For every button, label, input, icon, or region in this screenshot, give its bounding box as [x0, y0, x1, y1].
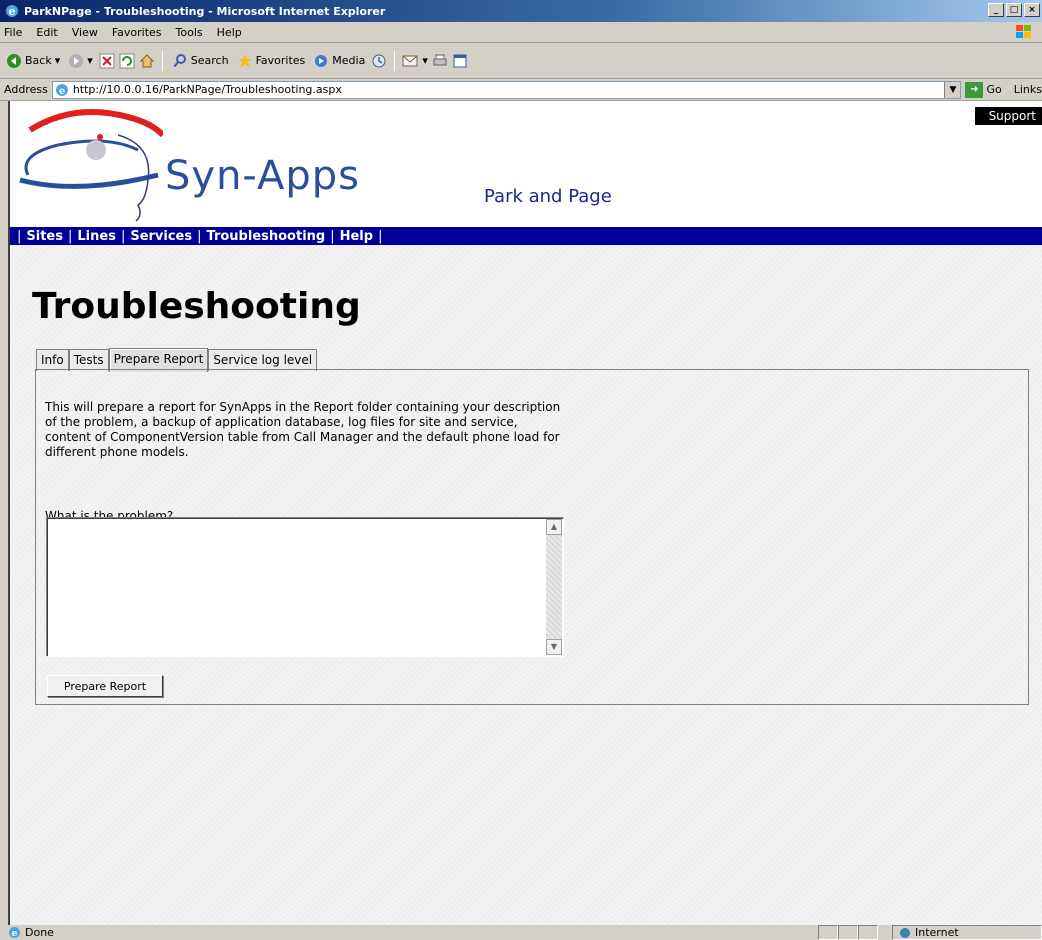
zone-label: Internet: [915, 926, 959, 939]
home-icon[interactable]: [139, 53, 155, 69]
forward-arrow-icon: [69, 53, 84, 68]
address-label: Address: [4, 83, 48, 96]
nav-help[interactable]: Help: [340, 229, 373, 244]
support-link[interactable]: Support: [974, 107, 1042, 125]
menu-bar: File Edit View Favorites Tools Help: [0, 22, 1042, 43]
syn-apps-logo-icon: [19, 109, 163, 222]
links-button[interactable]: Links: [1014, 83, 1042, 96]
toolbar: Back ▾ ▾ Search Favorites Media ▾: [0, 43, 1042, 79]
go-label: Go: [986, 83, 1002, 96]
site-nav: | Sites | Lines | Services | Troubleshooting | He…: [10, 227, 1042, 245]
browser-viewport: Syn-Apps Park and Page Support | Sites | Li…: [8, 101, 1042, 925]
status-cell: [858, 925, 878, 940]
toolbar-separator: [394, 50, 396, 71]
address-bar: Address e http://10.0.0.16/ParkNPage/Tro…: [0, 79, 1042, 101]
tab-strip: Info Tests Prepare Report Service log le…: [36, 347, 318, 372]
favorites-button[interactable]: Favorites: [235, 53, 308, 69]
page-icon: e: [55, 83, 68, 97]
forward-button[interactable]: ▾: [66, 53, 95, 69]
star-icon: [237, 53, 252, 68]
close-button[interactable]: ×: [1024, 3, 1040, 17]
search-button[interactable]: Search: [170, 53, 231, 69]
scroll-up-icon[interactable]: ▲: [546, 519, 562, 535]
chevron-down-icon[interactable]: ▾: [55, 54, 61, 67]
brand-subtitle: Park and Page: [484, 186, 612, 207]
security-zone: Internet: [892, 925, 1042, 940]
status-cell: [838, 925, 858, 940]
print-icon[interactable]: [432, 53, 448, 69]
refresh-icon[interactable]: [119, 53, 135, 69]
edit-icon[interactable]: [452, 53, 468, 69]
favorites-label: Favorites: [255, 54, 306, 67]
prepare-report-button[interactable]: Prepare Report: [47, 675, 163, 697]
search-label: Search: [190, 54, 229, 67]
svg-text:e: e: [12, 929, 18, 939]
chevron-down-icon[interactable]: ▾: [87, 54, 93, 67]
nav-sites[interactable]: Sites: [26, 229, 63, 244]
windows-logo-icon: [1016, 25, 1031, 38]
toolbar-separator: [161, 50, 163, 71]
nav-lines[interactable]: Lines: [77, 229, 116, 244]
page-title: Troubleshooting: [32, 286, 361, 327]
menu-edit[interactable]: Edit: [36, 26, 57, 39]
page-done-icon: e: [9, 927, 20, 939]
globe-icon: [900, 927, 910, 938]
svg-text:e: e: [9, 5, 16, 18]
address-input[interactable]: e http://10.0.0.16/ParkNPage/Troubleshoo…: [51, 80, 962, 99]
media-icon: [315, 54, 328, 67]
problem-textarea[interactable]: [48, 519, 548, 655]
tab-panel: This will prepare a report for SynApps i…: [35, 369, 1029, 705]
mail-icon[interactable]: [402, 53, 418, 69]
search-icon: [173, 53, 186, 68]
maximize-button[interactable]: □: [1006, 3, 1022, 17]
nav-services[interactable]: Services: [130, 229, 192, 244]
back-label: Back: [25, 54, 52, 67]
chevron-down-icon[interactable]: ▾: [422, 54, 428, 67]
stop-icon[interactable]: [99, 53, 115, 69]
tab-tests[interactable]: Tests: [68, 349, 109, 371]
svg-text:e: e: [59, 86, 65, 97]
minimize-button[interactable]: _: [988, 3, 1004, 17]
menu-view[interactable]: View: [72, 26, 98, 39]
menu-help[interactable]: Help: [217, 26, 242, 39]
address-url: http://10.0.0.16/ParkNPage/Troubleshooti…: [72, 83, 342, 96]
menu-favorites[interactable]: Favorites: [112, 26, 162, 39]
tab-info[interactable]: Info: [36, 349, 69, 371]
brand-name: Syn-Apps: [165, 153, 360, 199]
menu-file[interactable]: File: [4, 26, 22, 39]
window-title-bar: e ParkNPage - Troubleshooting - Microsof…: [0, 0, 1042, 22]
ie-icon: e: [6, 5, 18, 18]
media-label: Media: [332, 54, 366, 67]
status-bar: e Done Internet: [0, 925, 1042, 940]
media-button[interactable]: Media: [311, 53, 367, 69]
status-cell: [818, 925, 838, 940]
problem-textarea-frame: ▲ ▼: [46, 517, 564, 657]
history-icon[interactable]: [371, 53, 387, 69]
textarea-scrollbar[interactable]: ▲ ▼: [546, 519, 562, 655]
tab-service-log-level[interactable]: Service log level: [208, 349, 318, 371]
go-arrow-icon: ➜: [965, 81, 984, 98]
report-description: This will prepare a report for SynApps i…: [45, 400, 561, 459]
back-button[interactable]: Back ▾: [4, 53, 62, 69]
site-header: Syn-Apps Park and Page Support: [10, 101, 1042, 227]
nav-troubleshooting[interactable]: Troubleshooting: [207, 229, 326, 244]
go-button[interactable]: ➜ Go: [965, 81, 1002, 98]
scroll-down-icon[interactable]: ▼: [546, 639, 562, 655]
back-arrow-icon: [7, 53, 21, 68]
address-dropdown-button[interactable]: ▼: [944, 81, 961, 98]
status-text: Done: [25, 926, 54, 939]
window-title: ParkNPage - Troubleshooting - Microsoft …: [24, 4, 386, 18]
menu-tools[interactable]: Tools: [176, 26, 203, 39]
